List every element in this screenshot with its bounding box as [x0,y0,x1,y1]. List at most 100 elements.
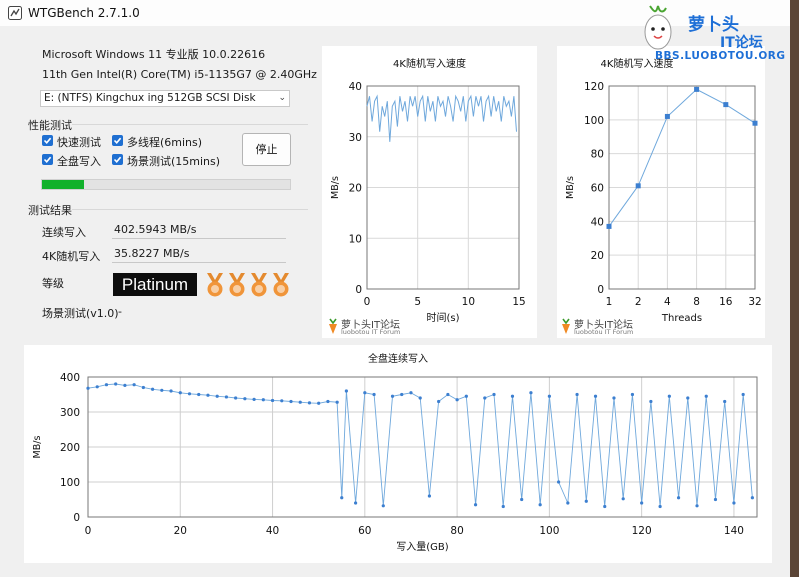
checkbox-multithread[interactable] [112,135,123,146]
series-line [608,88,756,227]
data-point [584,499,588,503]
medal-icon [251,273,267,297]
data-point [261,398,265,402]
data-point [104,383,109,387]
rand-write-underline [112,262,286,263]
test-group-title: 性能测试 [28,119,72,132]
radish-mascot-icon [644,5,672,50]
scene-test-value: - [118,305,122,318]
data-point [270,398,275,403]
data-point [86,386,90,390]
y-axis-label: MB/s [565,176,576,199]
y-tick-label: 400 [60,372,80,384]
data-point [732,501,736,505]
data-point [160,388,164,392]
data-point [750,496,754,500]
checkbox-scene-test-label: 场景测试(15mins) [127,155,221,168]
y-tick-label: 10 [349,233,362,245]
checkbox-scene-test[interactable] [112,154,123,165]
data-point [400,392,404,397]
data-point [752,120,758,126]
y-tick-label: 120 [584,81,604,93]
data-point [289,399,293,404]
checkbox-full-write[interactable] [42,154,53,165]
chart-full-write: 0 20 40 60 80 100 120 140 0 100 200 300 400 写入量(GB) MB… [32,372,758,553]
stop-button[interactable]: 停止 [242,133,291,166]
x-tick-label: 1 [606,296,613,308]
data-point [664,113,670,119]
data-point [566,501,570,505]
data-point [409,391,413,395]
data-point [437,399,441,404]
data-point [123,383,127,387]
check-icon [43,137,52,144]
data-point [557,480,561,484]
data-point [741,392,745,397]
brand-logo: 萝卜头IT论坛 luobotou IT Forum [327,316,437,336]
app-window: WTGBench 2.7.1.0 Microsoft Windows 11 专业… [0,0,790,577]
data-point [234,396,238,400]
x-tick-label: 10 [462,296,475,308]
check-icon [113,156,122,163]
data-point [114,382,118,386]
chart-4k-time-panel: 4K随机写入速度 0 5 10 15 0 10 20 30 40 时间(s) MB/s 萝卜头IT论… [322,46,537,338]
disk-select-value: E: (NTFS) Kingchux ing 512GB SCSI Disk D… [44,92,256,104]
desktop-background [790,0,799,577]
brand-subtitle: luobotou IT Forum [341,328,401,336]
data-point [298,400,302,404]
data-point [95,385,99,389]
window-title: WTGBench 2.7.1.0 [28,6,140,20]
x-axis-label: 写入量(GB) [396,541,449,553]
chevron-down-icon: ⌄ [278,93,286,103]
x-tick-label: 15 [512,296,525,308]
seq-write-underline [112,238,286,239]
grade-label: 等级 [42,277,64,290]
x-tick-label: 120 [632,525,652,537]
y-tick-label: 100 [60,477,80,489]
data-point [501,504,505,509]
y-tick-label: 40 [349,81,362,93]
x-tick-label: 32 [748,296,761,308]
data-point [307,401,312,405]
scene-test-label: 场景测试(v1.0) [42,307,119,320]
data-point [326,399,330,404]
chart-full-write-panel: 全盘连续写入 0 20 40 60 80 100 120 140 0 100 200 300 400 写入… [24,345,772,563]
data-point [455,398,459,402]
data-point [492,392,496,397]
y-tick-label: 60 [591,183,604,195]
series-line [366,94,517,142]
carrot-icon [562,318,570,334]
x-tick-label: 4 [664,296,671,308]
y-tick-label: 0 [355,284,362,296]
x-tick-label: 80 [450,525,463,537]
seq-write-label: 连续写入 [42,226,86,239]
x-tick-label: 16 [719,296,733,308]
data-point [340,496,344,500]
seq-write-value: 402.5943 MB/s [114,223,197,236]
data-point [723,399,727,404]
data-point [197,392,201,397]
rand-write-label: 4K随机写入 [42,250,101,263]
os-info: Microsoft Windows 11 专业版 10.0.22616 [42,48,266,61]
y-axis-label: MB/s [32,436,43,459]
check-icon [43,156,52,163]
watermark-subtitle: IT论坛 [720,35,763,51]
app-icon [8,6,22,20]
x-tick-label: 100 [539,525,559,537]
data-point [390,394,395,398]
data-point [606,223,612,229]
data-point [224,395,229,399]
checkbox-quick-test[interactable] [42,135,53,146]
chart-4k-time: 0 5 10 15010203040时间(s)MB/s [330,81,526,324]
chart-4k-threads: 1 2 4 8 16 32020406080100120ThreadsMB/s [565,81,762,324]
disk-select[interactable]: E: (NTFS) Kingchux ing 512GB SCSI Disk D… [40,90,290,107]
data-point [344,389,348,393]
divider [72,124,308,125]
divider [72,209,308,210]
data-point [317,401,321,405]
y-tick-label: 100 [584,115,604,127]
medal-icon [273,273,289,297]
y-axis-label: MB/s [330,176,341,199]
y-tick-label: 80 [591,149,604,161]
x-tick-label: 0 [85,525,92,537]
